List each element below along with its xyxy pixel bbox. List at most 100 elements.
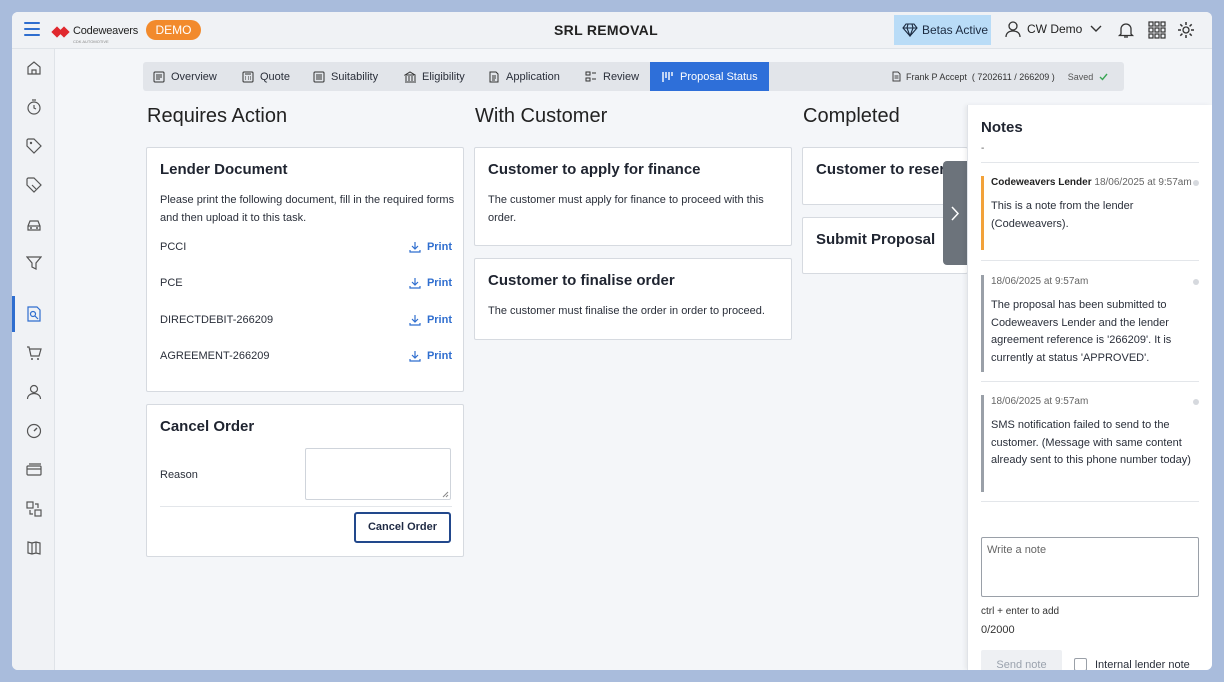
document-name: AGREEMENT-266209 bbox=[160, 350, 270, 362]
internal-note-toggle[interactable]: Internal lender note bbox=[1074, 658, 1190, 670]
top-bar: Codeweavers CDK AUTOMOTIVE DEMO SRL REMO… bbox=[12, 12, 1212, 49]
note-time: 18/06/2025 at 9:57am bbox=[991, 276, 1089, 287]
document-icon bbox=[892, 71, 901, 82]
notes-collapse-button[interactable] bbox=[943, 161, 967, 265]
card-icon bbox=[25, 463, 42, 476]
document-name: DIRECTDEBIT-266209 bbox=[160, 314, 274, 326]
proposal-search-icon bbox=[26, 306, 41, 322]
sidebar-item-tag[interactable] bbox=[12, 128, 55, 164]
sidebar-item-dashboard[interactable] bbox=[12, 413, 55, 449]
reason-textarea[interactable] bbox=[305, 448, 451, 500]
card-description: Please print the following document, fil… bbox=[160, 194, 455, 224]
tab-review[interactable]: Review bbox=[585, 62, 647, 91]
divider bbox=[981, 501, 1199, 502]
print-button[interactable]: Print bbox=[409, 314, 452, 326]
sidebar bbox=[12, 49, 55, 670]
user-icon bbox=[1005, 21, 1021, 38]
column-title-requires-action: Requires Action bbox=[147, 105, 288, 127]
sidebar-item-transfers[interactable] bbox=[12, 491, 55, 527]
sidebar-item-customers[interactable] bbox=[12, 374, 55, 410]
task-card[interactable]: Customer to apply for finance The custom… bbox=[474, 147, 792, 246]
note-item: Codeweavers Lender 18/06/2025 at 9:57am … bbox=[981, 176, 1199, 250]
calculator-icon bbox=[242, 71, 254, 82]
send-note-button[interactable]: Send note bbox=[981, 650, 1062, 670]
note-time: 18/06/2025 at 9:57am bbox=[1094, 177, 1192, 188]
user-name: CW Demo bbox=[1027, 22, 1083, 36]
tab-eligibility[interactable]: Eligibility bbox=[404, 62, 480, 91]
review-icon bbox=[585, 71, 596, 81]
sidebar-item-car[interactable] bbox=[12, 206, 55, 242]
column-title-completed: Completed bbox=[803, 105, 900, 127]
note-input[interactable]: Write a note bbox=[981, 537, 1199, 597]
filter-icon bbox=[25, 256, 42, 270]
sidebar-item-filter[interactable] bbox=[12, 245, 55, 281]
sidebar-item-map[interactable] bbox=[12, 530, 55, 566]
user-menu[interactable]: CW Demo bbox=[1004, 20, 1107, 38]
note-item: 18/06/2025 at 9:57am The proposal has be… bbox=[981, 275, 1199, 372]
tab-proposal-status[interactable]: Proposal Status bbox=[650, 62, 769, 91]
car-icon bbox=[26, 220, 41, 231]
sidebar-item-timer[interactable] bbox=[12, 89, 55, 125]
note-status-dot bbox=[1193, 279, 1199, 285]
cancel-order-card: Cancel Order Reason Cancel Order bbox=[146, 404, 464, 557]
status-icon bbox=[662, 71, 673, 82]
person-icon bbox=[26, 384, 41, 400]
print-button[interactable]: Print bbox=[409, 277, 452, 289]
resize-handle-icon bbox=[442, 491, 449, 498]
document-name: PCE bbox=[160, 277, 183, 289]
divider bbox=[981, 381, 1199, 382]
card-title: Customer to reser bbox=[816, 161, 946, 178]
tab-quote[interactable]: Quote bbox=[242, 62, 307, 91]
customer-name: Frank P Accept bbox=[906, 71, 967, 82]
timer-icon bbox=[26, 99, 41, 115]
print-button[interactable]: Print bbox=[409, 241, 452, 253]
note-time: 18/06/2025 at 9:57am bbox=[991, 396, 1089, 407]
apps-grid-icon[interactable] bbox=[1148, 21, 1166, 39]
map-icon bbox=[26, 541, 41, 555]
sidebar-item-home[interactable] bbox=[12, 50, 55, 86]
document-row: PCE Print bbox=[160, 277, 452, 289]
sidebar-item-proposals[interactable] bbox=[12, 296, 55, 332]
speedometer-icon bbox=[26, 423, 41, 439]
proposal-tabs: Overview Quote Suitability Eligibility A… bbox=[143, 62, 1124, 91]
card-title: Lender Document bbox=[160, 161, 288, 178]
note-item: 18/06/2025 at 9:57am SMS notification fa… bbox=[981, 395, 1199, 492]
tab-application[interactable]: Application bbox=[488, 62, 574, 91]
diamond-icon bbox=[902, 23, 918, 37]
betas-active-button[interactable]: Betas Active bbox=[894, 15, 991, 45]
tab-suitability[interactable]: Suitability bbox=[313, 62, 397, 91]
notes-title: Notes bbox=[981, 119, 1023, 136]
sidebar-item-payments[interactable] bbox=[12, 452, 55, 488]
tag-icon bbox=[25, 138, 42, 154]
sidebar-item-tag-edit[interactable] bbox=[12, 167, 55, 203]
betas-label: Betas Active bbox=[922, 23, 989, 37]
sidebar-item-cart[interactable] bbox=[12, 335, 55, 371]
print-button[interactable]: Print bbox=[409, 350, 452, 362]
card-title: Customer to finalise order bbox=[488, 272, 675, 289]
note-body: SMS notification failed to send to the c… bbox=[991, 419, 1191, 466]
download-icon bbox=[409, 351, 421, 362]
card-title: Cancel Order bbox=[160, 418, 255, 435]
document-row: PCCI Print bbox=[160, 241, 452, 253]
internal-note-checkbox[interactable] bbox=[1074, 658, 1087, 670]
tab-overview[interactable]: Overview bbox=[153, 62, 235, 91]
checklist-icon bbox=[313, 71, 325, 82]
task-card[interactable]: Customer to finalise order The customer … bbox=[474, 258, 792, 340]
bell-icon[interactable] bbox=[1117, 21, 1135, 39]
note-character-counter: 0/2000 bbox=[981, 624, 1015, 636]
card-description: The customer must apply for finance to p… bbox=[488, 194, 764, 224]
gear-icon[interactable] bbox=[1177, 21, 1195, 39]
swap-icon bbox=[25, 501, 42, 517]
divider bbox=[981, 162, 1199, 163]
download-icon bbox=[409, 315, 421, 326]
tag-edit-icon bbox=[25, 177, 42, 193]
chevron-down-icon bbox=[1090, 25, 1102, 32]
column-title-with-customer: With Customer bbox=[475, 105, 608, 127]
note-status-dot bbox=[1193, 180, 1199, 186]
note-body: This is a note from the lender (Codeweav… bbox=[991, 200, 1134, 230]
document-row: AGREEMENT-266209 Print bbox=[160, 350, 452, 362]
cancel-order-button[interactable]: Cancel Order bbox=[354, 512, 451, 543]
chevron-right-icon bbox=[950, 205, 959, 221]
note-hint: ctrl + enter to add bbox=[981, 606, 1060, 617]
overview-icon bbox=[153, 71, 165, 82]
